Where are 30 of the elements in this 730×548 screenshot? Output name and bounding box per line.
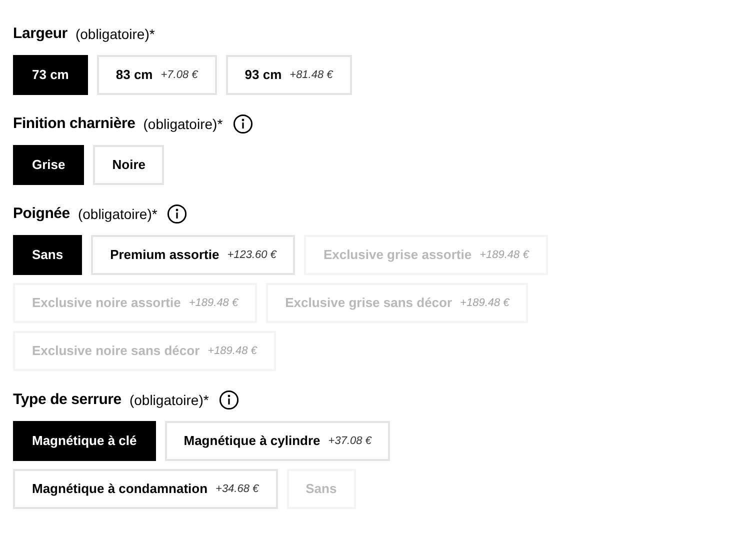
info-icon[interactable] bbox=[232, 114, 253, 134]
required-note: (obligatoire)* bbox=[75, 24, 155, 44]
option-button[interactable]: Premium assortie +123.60 € bbox=[91, 235, 296, 275]
price-text: +37.08 € bbox=[328, 434, 372, 449]
info-icon[interactable] bbox=[167, 204, 188, 224]
section-title: Type de serrure bbox=[13, 390, 122, 410]
option-button[interactable]: Noire bbox=[93, 145, 164, 185]
required-note: (obligatoire)* bbox=[78, 204, 158, 224]
option-button[interactable]: 73 cm bbox=[13, 55, 88, 95]
required-note: (obligatoire)* bbox=[129, 390, 209, 410]
option-button[interactable]: Magnétique à clé bbox=[13, 421, 156, 461]
option-button[interactable]: Grise bbox=[13, 145, 84, 185]
price-text: +189.48 € bbox=[460, 296, 510, 311]
option-button[interactable]: Magnétique à cylindre +37.08 € bbox=[164, 421, 390, 461]
option-button[interactable]: Magnétique à condamnation +34.68 € bbox=[13, 469, 278, 509]
required-note: (obligatoire)* bbox=[143, 114, 223, 134]
option-button[interactable]: Sans bbox=[13, 235, 82, 275]
price-text: +34.68 € bbox=[216, 482, 259, 497]
option-button[interactable]: 93 cm +81.48 € bbox=[226, 55, 352, 95]
price-text: +189.48 € bbox=[208, 344, 257, 359]
price-text: +81.48 € bbox=[290, 68, 333, 83]
info-icon[interactable] bbox=[218, 390, 239, 410]
price-text: +7.08 € bbox=[160, 68, 198, 83]
price-text: +189.48 € bbox=[480, 248, 529, 263]
section-title: Poignée bbox=[13, 204, 70, 224]
option-button[interactable]: 83 cm +7.08 € bbox=[96, 55, 217, 95]
section-title: Largeur bbox=[13, 24, 68, 44]
price-text: +189.48 € bbox=[188, 296, 238, 311]
price-text: +123.60 € bbox=[227, 248, 276, 263]
section-title: Finition charnière bbox=[13, 114, 136, 134]
